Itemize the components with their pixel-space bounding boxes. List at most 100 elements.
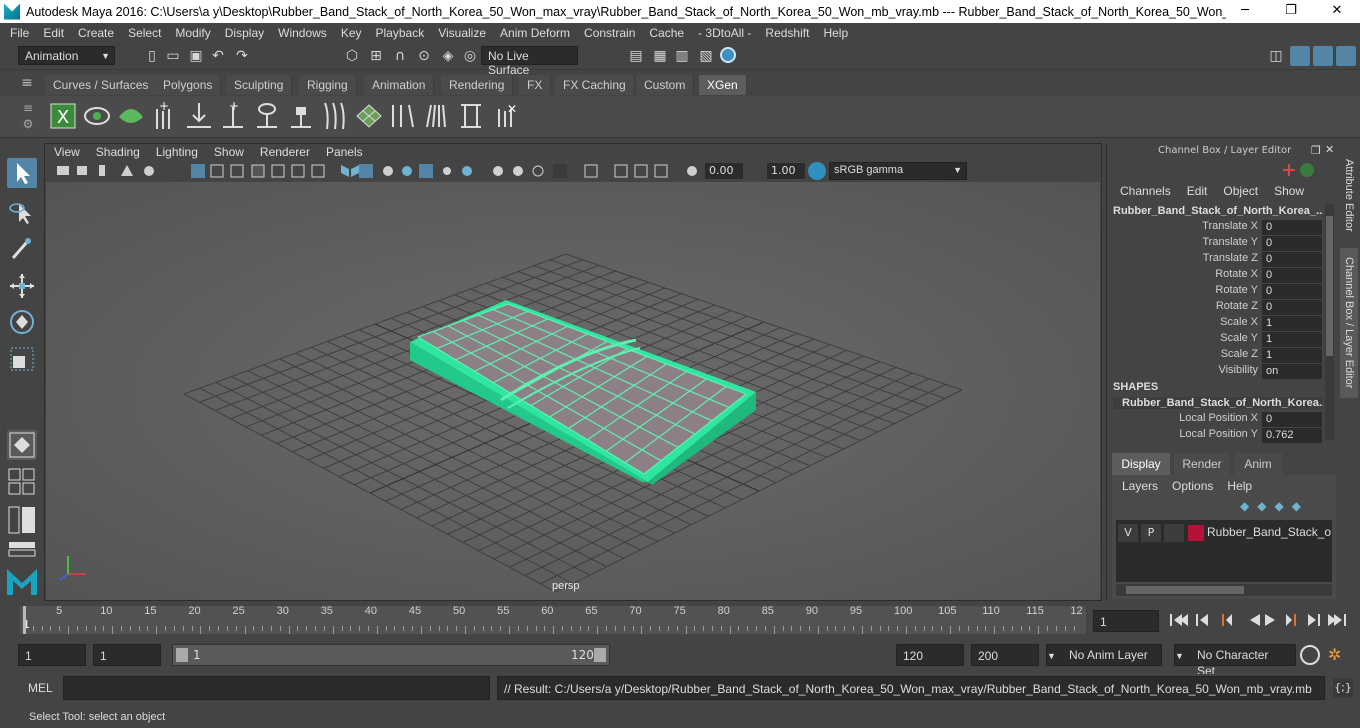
- scroll-thumb[interactable]: [1126, 586, 1244, 594]
- tab-fx[interactable]: FX: [519, 75, 552, 95]
- xgen-leaf-icon[interactable]: [117, 101, 145, 131]
- xgen-sculpt-guide-icon[interactable]: [185, 101, 213, 131]
- new-scene-icon[interactable]: ▯: [144, 48, 160, 64]
- play-backward-icon[interactable]: [1250, 614, 1260, 626]
- render-settings-icon[interactable]: ▤: [628, 48, 644, 64]
- attr-row[interactable]: Rotate X0: [1110, 268, 1322, 284]
- command-input[interactable]: [63, 676, 490, 700]
- step-forward-key-icon[interactable]: [1308, 614, 1320, 626]
- range-slider[interactable]: 1 120: [172, 644, 610, 666]
- tab-rendering[interactable]: Rendering: [441, 75, 514, 95]
- breakdown-icon[interactable]: [1300, 163, 1314, 177]
- attribute-panel-icon[interactable]: [1313, 46, 1333, 66]
- show-menu[interactable]: Show: [1274, 184, 1304, 198]
- tab-render[interactable]: Render: [1174, 453, 1230, 475]
- minimize-button[interactable]: ─: [1222, 0, 1268, 23]
- viewport-menu-show[interactable]: Show: [206, 144, 252, 161]
- attr-row[interactable]: Rotate Z0: [1110, 300, 1322, 316]
- tab-polygons[interactable]: Polygons: [155, 75, 222, 95]
- menu-anim-deform[interactable]: Anim Deform: [493, 26, 577, 40]
- move-tool-icon[interactable]: [7, 271, 37, 301]
- options-menu[interactable]: Options: [1172, 479, 1213, 493]
- attr-row[interactable]: Local Position Y 0.762: [1110, 428, 1322, 444]
- tab-curves-surfaces[interactable]: Curves / Surfaces: [45, 75, 158, 95]
- menu-key[interactable]: Key: [334, 26, 369, 40]
- character-set-dropdown[interactable]: ▼ No Character Set: [1174, 644, 1296, 678]
- channels-menu[interactable]: Channels: [1120, 184, 1171, 198]
- modeling-toolkit-icon[interactable]: [1290, 46, 1310, 66]
- gamma-field[interactable]: 1.00: [767, 163, 805, 179]
- mode-dropdown[interactable]: Animation ▼: [18, 46, 115, 65]
- viewport-menu-shading[interactable]: Shading: [88, 144, 148, 161]
- xgen-guide-curves-icon[interactable]: [321, 101, 349, 131]
- step-back-key-icon[interactable]: [1196, 614, 1208, 626]
- ipr-render-icon[interactable]: ▥: [674, 48, 690, 64]
- tab-display[interactable]: Display: [1112, 453, 1170, 475]
- tab-custom[interactable]: Custom: [636, 75, 695, 95]
- new-layer-icon[interactable]: ◆: [1274, 499, 1283, 515]
- snap-live-icon[interactable]: ◎: [462, 48, 478, 64]
- outliner-layout-icon[interactable]: [7, 505, 37, 535]
- layer-name[interactable]: Rubber_Band_Stack_of_N: [1207, 525, 1331, 539]
- workspace-icon[interactable]: ◫: [1268, 48, 1284, 64]
- current-frame-field[interactable]: 1: [1093, 610, 1159, 632]
- layer-playback-toggle[interactable]: P: [1141, 524, 1161, 542]
- rotate-tool-icon[interactable]: [7, 307, 37, 337]
- tab-animation[interactable]: Animation: [364, 75, 435, 95]
- layer-row[interactable]: V P Rubber_Band_Stack_of_N: [1118, 524, 1331, 542]
- start-time-field[interactable]: 1: [18, 644, 86, 666]
- maximize-button[interactable]: ❐: [1268, 0, 1314, 23]
- xgen-guide-visibility-icon[interactable]: [253, 101, 281, 131]
- selected-object-name[interactable]: Rubber_Band_Stack_of_North_Korea_...: [1113, 205, 1323, 217]
- xgen-delete-guide-icon[interactable]: ✕: [491, 101, 519, 131]
- shelf-settings-icon[interactable]: ≡ ⚙: [22, 100, 34, 134]
- exposure-field[interactable]: 0.00: [705, 163, 743, 179]
- playhead[interactable]: [23, 606, 26, 634]
- xgen-comb-icon[interactable]: [423, 101, 451, 131]
- graph-layout-icon[interactable]: [7, 540, 37, 558]
- menu-create[interactable]: Create: [71, 26, 121, 40]
- attr-row[interactable]: Translate Z0: [1110, 252, 1322, 268]
- xgen-grid-icon[interactable]: [355, 101, 383, 131]
- go-to-start-icon[interactable]: [1170, 614, 1188, 626]
- playback-start-field[interactable]: 1: [93, 644, 161, 666]
- save-scene-icon[interactable]: ▣: [188, 48, 204, 64]
- edit-menu[interactable]: Edit: [1187, 184, 1208, 198]
- object-menu[interactable]: Object: [1223, 184, 1258, 198]
- snap-view-icon[interactable]: ◈: [440, 48, 456, 64]
- snap-point-icon[interactable]: ⊙: [416, 48, 432, 64]
- anim-layer-dropdown[interactable]: ▼ No Anim Layer: [1046, 644, 1162, 666]
- layer-visibility-toggle[interactable]: V: [1118, 524, 1138, 542]
- paint-select-tool-icon[interactable]: [7, 234, 37, 264]
- layer-color-swatch[interactable]: [1188, 525, 1204, 541]
- xgen-lock-guide-icon[interactable]: [287, 101, 315, 131]
- layer-hscrollbar[interactable]: [1116, 584, 1332, 596]
- select-tool-icon[interactable]: [7, 158, 37, 188]
- go-to-end-icon[interactable]: [1328, 614, 1346, 626]
- attr-row[interactable]: Translate X0: [1110, 220, 1322, 236]
- close-button[interactable]: ✕: [1314, 0, 1360, 23]
- select-by-hierarchy-icon[interactable]: ⬡: [344, 48, 360, 64]
- tab-sculpting[interactable]: Sculpting: [226, 75, 293, 95]
- auto-key-icon[interactable]: [1300, 645, 1320, 665]
- attr-row[interactable]: Scale X1: [1110, 316, 1322, 332]
- scale-tool-icon[interactable]: [7, 344, 37, 374]
- attr-row[interactable]: Scale Y1: [1110, 332, 1322, 348]
- live-surface-field[interactable]: No Live Surface: [481, 46, 578, 77]
- menu-3dtoall[interactable]: - 3DtoAll -: [691, 26, 758, 40]
- tab-rigging[interactable]: Rigging: [299, 75, 357, 95]
- snap-grid-icon[interactable]: ⊞: [368, 48, 384, 64]
- help-menu[interactable]: Help: [1227, 479, 1252, 493]
- range-start-handle[interactable]: [176, 648, 188, 662]
- layer-type-toggle[interactable]: [1164, 524, 1184, 542]
- color-management-icon[interactable]: [808, 162, 826, 180]
- playback-end-field[interactable]: 120: [896, 644, 964, 666]
- new-layer-selected-icon[interactable]: ◆: [1292, 499, 1301, 515]
- attr-row[interactable]: Visibility on: [1110, 364, 1322, 380]
- menu-playback[interactable]: Playback: [369, 26, 432, 40]
- attr-row[interactable]: Local Position X0: [1110, 412, 1322, 428]
- attr-row[interactable]: Rotate Y0: [1110, 284, 1322, 300]
- hypershade-icon[interactable]: [720, 47, 736, 63]
- shape-node-name[interactable]: Rubber_Band_Stack_of_North_Korea...: [1113, 397, 1323, 409]
- end-time-field[interactable]: 200: [971, 644, 1039, 666]
